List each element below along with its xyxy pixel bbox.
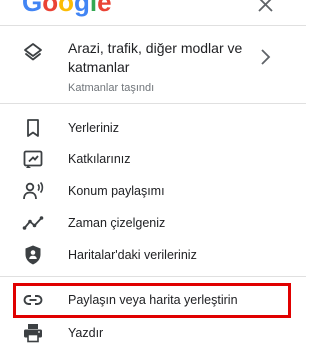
menu-item-label: Yazdır (68, 326, 104, 340)
logo-letter: l (89, 0, 98, 17)
menu-item-label: Yerleriniz (68, 121, 119, 135)
menu-item-paylasin-veya-harita-yerlestirin[interactable]: Paylaşın veya harita yerleştirin (0, 285, 306, 315)
header: Google (0, 0, 306, 22)
chevron-right-icon (258, 48, 272, 66)
menu-item-haritalardaki-verileriniz[interactable]: Haritalar'daki verileriniz (0, 240, 306, 270)
menu-item-zaman-cizelgeniz[interactable]: Zaman çizelgeniz (0, 208, 306, 238)
menu-item-label: Konum paylaşımı (68, 184, 165, 198)
menu-item-yerleriniz[interactable]: Yerleriniz (0, 113, 306, 143)
google-logo: Google (22, 0, 112, 17)
link-icon (22, 289, 44, 311)
shield-person-icon (22, 244, 44, 266)
layers-subtitle: Katmanlar taşındı (68, 82, 155, 94)
close-icon (258, 0, 273, 12)
logo-letter: o (42, 0, 59, 17)
menu-item-label: Paylaşın veya harita yerleştirin (68, 293, 238, 307)
contributions-icon (22, 148, 44, 170)
menu-item-label: Zaman çizelgeniz (68, 216, 166, 230)
logo-letter: G (22, 0, 43, 17)
layers-title: Arazi, trafik, diğer modlar ve katmanlar (68, 40, 243, 75)
menu-item-yazdir[interactable]: Yazdır (0, 318, 306, 348)
bookmark-icon (22, 117, 44, 139)
menu-item-konum-paylasimi[interactable]: Konum paylaşımı (0, 176, 306, 206)
divider (0, 25, 306, 26)
menu-item-label: Haritalar'daki verileriniz (68, 248, 197, 262)
logo-letter: g (74, 0, 90, 17)
menu-item-katkilariniz[interactable]: Katkılarınız (0, 144, 306, 174)
print-icon (22, 322, 44, 344)
logo-letter: e (97, 0, 112, 17)
divider (0, 103, 306, 104)
location-sharing-icon (22, 180, 44, 202)
menu-item-label: Katkılarınız (68, 152, 131, 166)
timeline-icon (22, 212, 44, 234)
divider (0, 276, 306, 277)
layers-icon (22, 41, 44, 63)
logo-letter: o (58, 0, 75, 17)
close-button[interactable] (256, 0, 276, 16)
layers-menu-item[interactable]: Arazi, trafik, diğer modlar ve katmanlar… (0, 28, 306, 100)
